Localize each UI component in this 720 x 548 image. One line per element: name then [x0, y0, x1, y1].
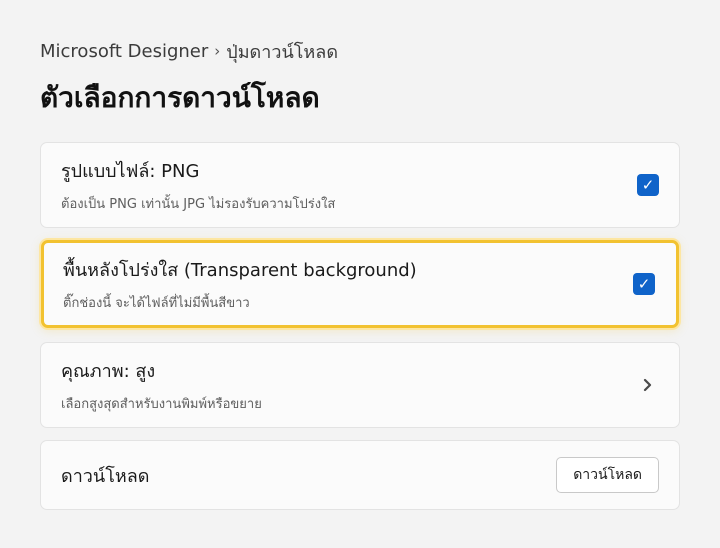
file-type-text: รูปแบบไฟล์: PNG ต้องเป็น PNG เท่านั้น JP… — [61, 156, 637, 214]
download-text: ดาวน์โหลด — [61, 461, 556, 490]
file-type-label: รูปแบบไฟล์: PNG — [61, 161, 200, 182]
chevron-right-icon[interactable] — [637, 374, 659, 396]
transparent-background-description: ติ๊กช่องนี้ จะได้ไฟล์ที่ไม่มีพื้นสีขาว — [63, 296, 250, 311]
transparent-background-label: พื้นหลังโปร่งใส (Transparent background) — [63, 260, 417, 281]
quality-description: เลือกสูงสุดสำหรับงานพิมพ์หรือขยาย — [61, 397, 262, 412]
transparent-background-checkbox[interactable]: ✓ — [633, 273, 655, 295]
download-button[interactable]: ดาวน์โหลด — [556, 457, 659, 493]
file-type-option[interactable]: รูปแบบไฟล์: PNG ต้องเป็น PNG เท่านั้น JP… — [40, 142, 680, 228]
file-type-checkbox[interactable]: ✓ — [637, 174, 659, 196]
download-options-page: Microsoft Designer › ปุ่มดาวน์โหลด ตัวเล… — [0, 0, 720, 548]
transparent-background-option[interactable]: พื้นหลังโปร่งใส (Transparent background)… — [41, 240, 679, 328]
breadcrumb-app[interactable]: Microsoft Designer — [40, 41, 208, 62]
breadcrumb: Microsoft Designer › ปุ่มดาวน์โหลด — [40, 38, 680, 64]
breadcrumb-separator: › — [214, 42, 221, 60]
quality-label: คุณภาพ: สูง — [61, 361, 156, 382]
transparent-background-text: พื้นหลังโปร่งใส (Transparent background)… — [63, 255, 633, 313]
quality-option[interactable]: คุณภาพ: สูง เลือกสูงสุดสำหรับงานพิมพ์หรื… — [40, 342, 680, 428]
download-row: ดาวน์โหลด ดาวน์โหลด — [40, 440, 680, 510]
file-type-description: ต้องเป็น PNG เท่านั้น JPG ไม่รองรับความโ… — [61, 197, 336, 212]
page-title: ตัวเลือกการดาวน์โหลด — [40, 81, 320, 114]
breadcrumb-current: ปุ่มดาวน์โหลด — [226, 41, 339, 63]
download-label: ดาวน์โหลด — [61, 465, 150, 487]
quality-text: คุณภาพ: สูง เลือกสูงสุดสำหรับงานพิมพ์หรื… — [61, 356, 637, 414]
